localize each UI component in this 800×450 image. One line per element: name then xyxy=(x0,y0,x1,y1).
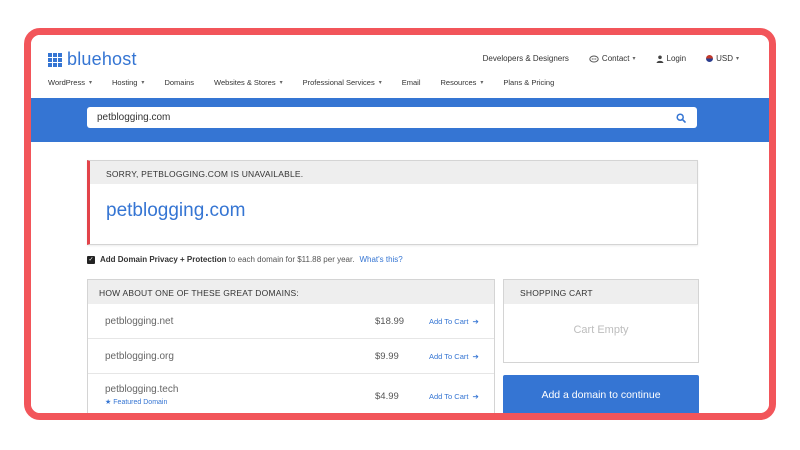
searched-domain: petblogging.com xyxy=(106,200,246,221)
suggestion-row: petblogging.tech ★ Featured Domain $4.99… xyxy=(88,374,494,413)
search-band xyxy=(31,98,769,142)
nav-item-resources[interactable]: Resources ▾ xyxy=(441,78,484,87)
suggestion-domain: petblogging.net xyxy=(105,316,174,327)
screenshot-frame: bluehost Developers & Designers Contact … xyxy=(24,28,776,420)
page: bluehost Developers & Designers Contact … xyxy=(31,35,769,413)
chevron-down-icon: ▾ xyxy=(735,56,739,62)
add-to-cart-button[interactable]: Add To Cart ➔ xyxy=(429,352,479,361)
continue-button[interactable]: Add a domain to continue xyxy=(503,375,699,413)
suggested-domains-panel: HOW ABOUT ONE OF THESE GREAT DOMAINS: pe… xyxy=(87,279,495,413)
shopping-cart-panel: SHOPPING CART Cart Empty xyxy=(503,279,699,363)
suggestion-price: $18.99 xyxy=(375,316,405,327)
login-link[interactable]: Login xyxy=(656,54,687,63)
login-label: Login xyxy=(666,54,687,63)
star-icon: ★ xyxy=(105,399,112,406)
developers-link[interactable]: Developers & Designers xyxy=(483,54,569,63)
brand-name: bluehost xyxy=(67,49,137,69)
utility-nav: Developers & Designers Contact ▾ Login U… xyxy=(483,54,739,63)
chevron-down-icon: ▾ xyxy=(279,80,283,86)
suggestion-row: petblogging.net $18.99 Add To Cart ➔ xyxy=(88,304,494,339)
featured-domain-badge: ★ Featured Domain xyxy=(105,398,168,407)
us-flag-icon xyxy=(706,55,714,62)
arrow-right-icon: ➔ xyxy=(472,392,479,401)
chevron-down-icon: ▾ xyxy=(141,80,145,86)
contact-menu[interactable]: Contact ▾ xyxy=(589,54,636,63)
bluehost-logo[interactable]: bluehost xyxy=(48,49,137,70)
contact-label: Contact xyxy=(601,54,630,63)
suggestion-price: $9.99 xyxy=(375,351,399,362)
suggestions-title: HOW ABOUT ONE OF THESE GREAT DOMAINS: xyxy=(88,280,494,304)
suggestion-price: $4.99 xyxy=(375,391,399,402)
chevron-down-icon: ▾ xyxy=(88,80,92,86)
suggestion-domain: petblogging.tech xyxy=(105,384,179,395)
nav-item-websites-stores[interactable]: Websites & Stores ▾ xyxy=(214,78,283,87)
chat-icon xyxy=(589,55,599,62)
privacy-option: ✓ Add Domain Privacy + Protection to eac… xyxy=(87,255,403,264)
nav-item-email[interactable]: Email xyxy=(402,78,421,87)
domain-search-input[interactable] xyxy=(97,112,675,123)
grid-logo-icon xyxy=(48,52,62,67)
arrow-right-icon: ➔ xyxy=(472,317,479,326)
nav-item-plans-pricing[interactable]: Plans & Pricing xyxy=(503,78,554,87)
arrow-right-icon: ➔ xyxy=(472,352,479,361)
unavailable-notice: SORRY, PETBLOGGING.COM IS UNAVAILABLE. p… xyxy=(87,160,698,245)
unavailable-message: SORRY, PETBLOGGING.COM IS UNAVAILABLE. xyxy=(90,161,697,184)
suggestion-row: petblogging.org $9.99 Add To Cart ➔ xyxy=(88,339,494,374)
chevron-down-icon: ▾ xyxy=(632,56,636,62)
add-to-cart-button[interactable]: Add To Cart ➔ xyxy=(429,317,479,326)
chevron-down-icon: ▾ xyxy=(378,80,382,86)
privacy-label: Add Domain Privacy + Protection to each … xyxy=(100,255,355,264)
search-icon[interactable] xyxy=(675,112,687,124)
nav-item-hosting[interactable]: Hosting ▾ xyxy=(112,78,144,87)
privacy-checkbox[interactable]: ✓ xyxy=(87,255,95,264)
nav-item-wordpress[interactable]: WordPress ▾ xyxy=(48,78,92,87)
currency-selector[interactable]: USD ▾ xyxy=(706,54,739,63)
nav-item-professional-services[interactable]: Professional Services ▾ xyxy=(303,78,382,87)
main-nav: WordPress ▾ Hosting ▾ Domains Websites & S… xyxy=(48,78,554,87)
cart-empty-text: Cart Empty xyxy=(573,324,629,336)
whats-this-link[interactable]: What's this? xyxy=(359,255,402,264)
currency-label: USD xyxy=(716,54,733,63)
cart-title: SHOPPING CART xyxy=(504,280,698,304)
nav-item-domains[interactable]: Domains xyxy=(164,78,194,87)
suggestion-domain: petblogging.org xyxy=(105,351,174,362)
user-icon xyxy=(656,55,663,63)
chevron-down-icon: ▾ xyxy=(480,80,484,86)
domain-search-box xyxy=(87,107,697,128)
add-to-cart-button[interactable]: Add To Cart ➔ xyxy=(429,392,479,401)
